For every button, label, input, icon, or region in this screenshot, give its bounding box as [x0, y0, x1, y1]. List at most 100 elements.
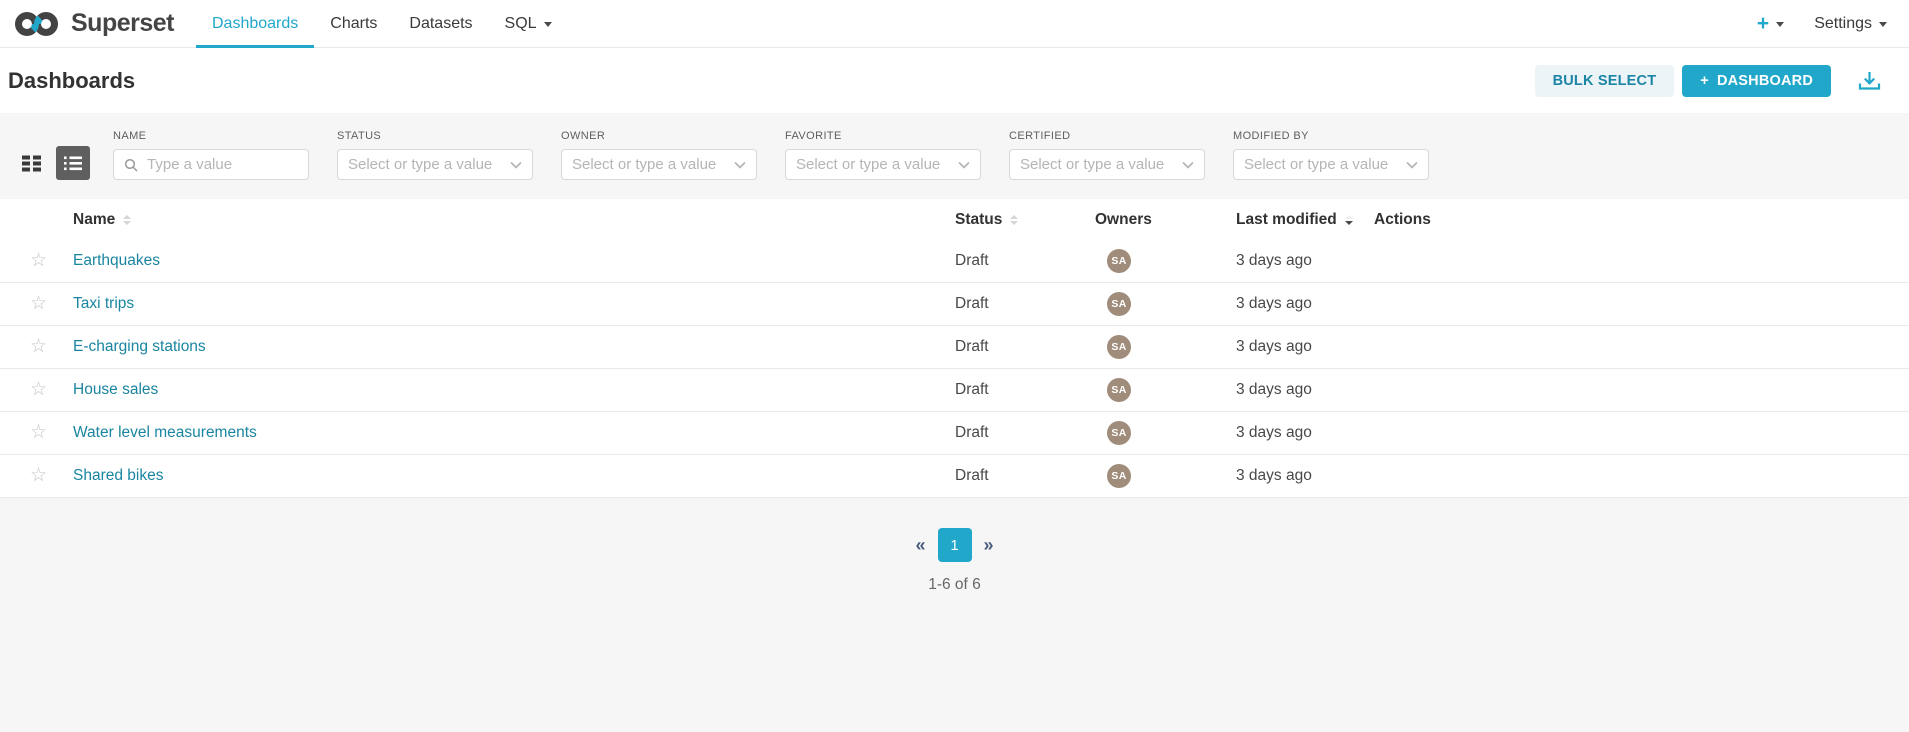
table-row: ☆ Earthquakes Draft SA 3 days ago [0, 240, 1909, 283]
table-row: ☆ Shared bikes Draft SA 3 days ago [0, 455, 1909, 498]
chevron-down-icon [510, 161, 522, 169]
chevron-down-icon [544, 22, 552, 27]
list-view-icon [64, 156, 82, 171]
owner-avatar: SA [1107, 421, 1131, 445]
favorite-star-icon[interactable]: ☆ [30, 465, 47, 486]
sort-icon [123, 215, 131, 225]
nav-item-dashboards[interactable]: Dashboards [196, 0, 314, 47]
last-modified-cell: 3 days ago [1236, 338, 1374, 356]
pagination-next-button[interactable]: » [984, 535, 994, 556]
name-filter-input-wrap [113, 149, 309, 180]
last-modified-cell: 3 days ago [1236, 252, 1374, 270]
download-icon [1858, 70, 1881, 91]
page-title: Dashboards [8, 68, 135, 94]
column-header-owners: Owners [1095, 211, 1236, 229]
import-dashboard-button[interactable] [1858, 70, 1881, 91]
nav-item-datasets[interactable]: Datasets [393, 0, 488, 47]
column-header-last-modified[interactable]: Last modified [1236, 211, 1374, 229]
dashboard-link[interactable]: Taxi trips [73, 295, 134, 312]
brand-name: Superset [71, 9, 174, 38]
nav-item-sql[interactable]: SQL [489, 0, 568, 47]
sort-icon [1010, 215, 1018, 225]
row-count-summary: 1-6 of 6 [0, 576, 1909, 594]
dashboard-link[interactable]: House sales [73, 381, 158, 398]
owner-avatar: SA [1107, 335, 1131, 359]
table-header-row: Name Status Owners Last modified Actions [0, 199, 1909, 240]
table-row: ☆ House sales Draft SA 3 days ago [0, 369, 1909, 412]
status-cell: Draft [955, 467, 1095, 485]
filter-owner: OWNER Select or type a value [561, 130, 757, 180]
new-dashboard-button[interactable]: + DASHBOARD [1682, 65, 1831, 97]
filter-certified: CERTIFIED Select or type a value [1009, 130, 1205, 180]
bulk-select-button[interactable]: BULK SELECT [1535, 65, 1675, 97]
column-header-name[interactable]: Name [73, 211, 955, 229]
modified-by-filter-select[interactable]: Select or type a value [1233, 149, 1429, 180]
page-actions: BULK SELECT + DASHBOARD [1535, 65, 1881, 97]
status-cell: Draft [955, 381, 1095, 399]
main-nav: Dashboards Charts Datasets SQL [196, 0, 568, 47]
owner-avatar: SA [1107, 292, 1131, 316]
dashboard-link[interactable]: Earthquakes [73, 252, 160, 269]
name-filter-input[interactable] [145, 155, 298, 174]
pagination: « 1 » [0, 528, 1909, 562]
status-cell: Draft [955, 424, 1095, 442]
pagination-prev-button[interactable]: « [915, 535, 925, 556]
dashboard-link[interactable]: Water level measurements [73, 424, 257, 441]
chevron-down-icon [1776, 22, 1784, 27]
owner-avatar: SA [1107, 249, 1131, 273]
table-row: ☆ Water level measurements Draft SA 3 da… [0, 412, 1909, 455]
status-cell: Draft [955, 252, 1095, 270]
last-modified-cell: 3 days ago [1236, 467, 1374, 485]
top-navbar: Superset Dashboards Charts Datasets SQL … [0, 0, 1909, 48]
dashboard-link[interactable]: E-charging stations [73, 338, 206, 355]
favorite-star-icon[interactable]: ☆ [30, 379, 47, 400]
status-filter-select[interactable]: Select or type a value [337, 149, 533, 180]
owner-avatar: SA [1107, 464, 1131, 488]
chevron-down-icon [734, 161, 746, 169]
favorite-filter-select[interactable]: Select or type a value [785, 149, 981, 180]
chevron-down-icon [1406, 161, 1418, 169]
filter-status: STATUS Select or type a value [337, 130, 533, 180]
column-header-status[interactable]: Status [955, 211, 1095, 229]
filter-modified-by: MODIFIED BY Select or type a value [1233, 130, 1429, 180]
owner-avatar: SA [1107, 378, 1131, 402]
status-cell: Draft [955, 338, 1095, 356]
last-modified-cell: 3 days ago [1236, 295, 1374, 313]
filter-name: NAME [113, 130, 309, 180]
superset-infinity-icon [12, 9, 62, 39]
nav-item-charts[interactable]: Charts [314, 0, 393, 47]
chevron-down-icon [1182, 161, 1194, 169]
certified-filter-select[interactable]: Select or type a value [1009, 149, 1205, 180]
table-row: ☆ E-charging stations Draft SA 3 days ag… [0, 326, 1909, 369]
status-cell: Draft [955, 295, 1095, 313]
table-row: ☆ Taxi trips Draft SA 3 days ago [0, 283, 1909, 326]
list-view-toggle[interactable] [56, 146, 90, 180]
sort-desc-icon [1345, 215, 1353, 225]
superset-logo[interactable]: Superset [12, 0, 174, 47]
pagination-page-1[interactable]: 1 [938, 528, 972, 562]
card-view-toggle[interactable] [16, 146, 46, 180]
dashboards-table: Name Status Owners Last modified Actions… [0, 199, 1909, 498]
navbar-right: + Settings [1757, 0, 1887, 47]
view-mode-toggles [16, 146, 90, 180]
filter-favorite: FAVORITE Select or type a value [785, 130, 981, 180]
dashboard-link[interactable]: Shared bikes [73, 467, 163, 484]
favorite-star-icon[interactable]: ☆ [30, 422, 47, 443]
chevron-down-icon [1879, 22, 1887, 27]
favorite-star-icon[interactable]: ☆ [30, 336, 47, 357]
grid-view-icon [22, 155, 41, 172]
page-header: Dashboards BULK SELECT + DASHBOARD [0, 48, 1909, 113]
plus-icon: + [1757, 13, 1769, 34]
chevron-down-icon [958, 161, 970, 169]
new-item-menu[interactable]: + [1757, 13, 1784, 34]
list-toolbar: NAME STATUS Select or type a value [0, 113, 1909, 180]
favorite-star-icon[interactable]: ☆ [30, 293, 47, 314]
settings-menu[interactable]: Settings [1814, 15, 1887, 33]
favorite-star-icon[interactable]: ☆ [30, 250, 47, 271]
filter-bar: NAME STATUS Select or type a value [113, 130, 1429, 180]
last-modified-cell: 3 days ago [1236, 424, 1374, 442]
search-icon [124, 158, 138, 172]
plus-icon: + [1700, 73, 1709, 89]
last-modified-cell: 3 days ago [1236, 381, 1374, 399]
owner-filter-select[interactable]: Select or type a value [561, 149, 757, 180]
